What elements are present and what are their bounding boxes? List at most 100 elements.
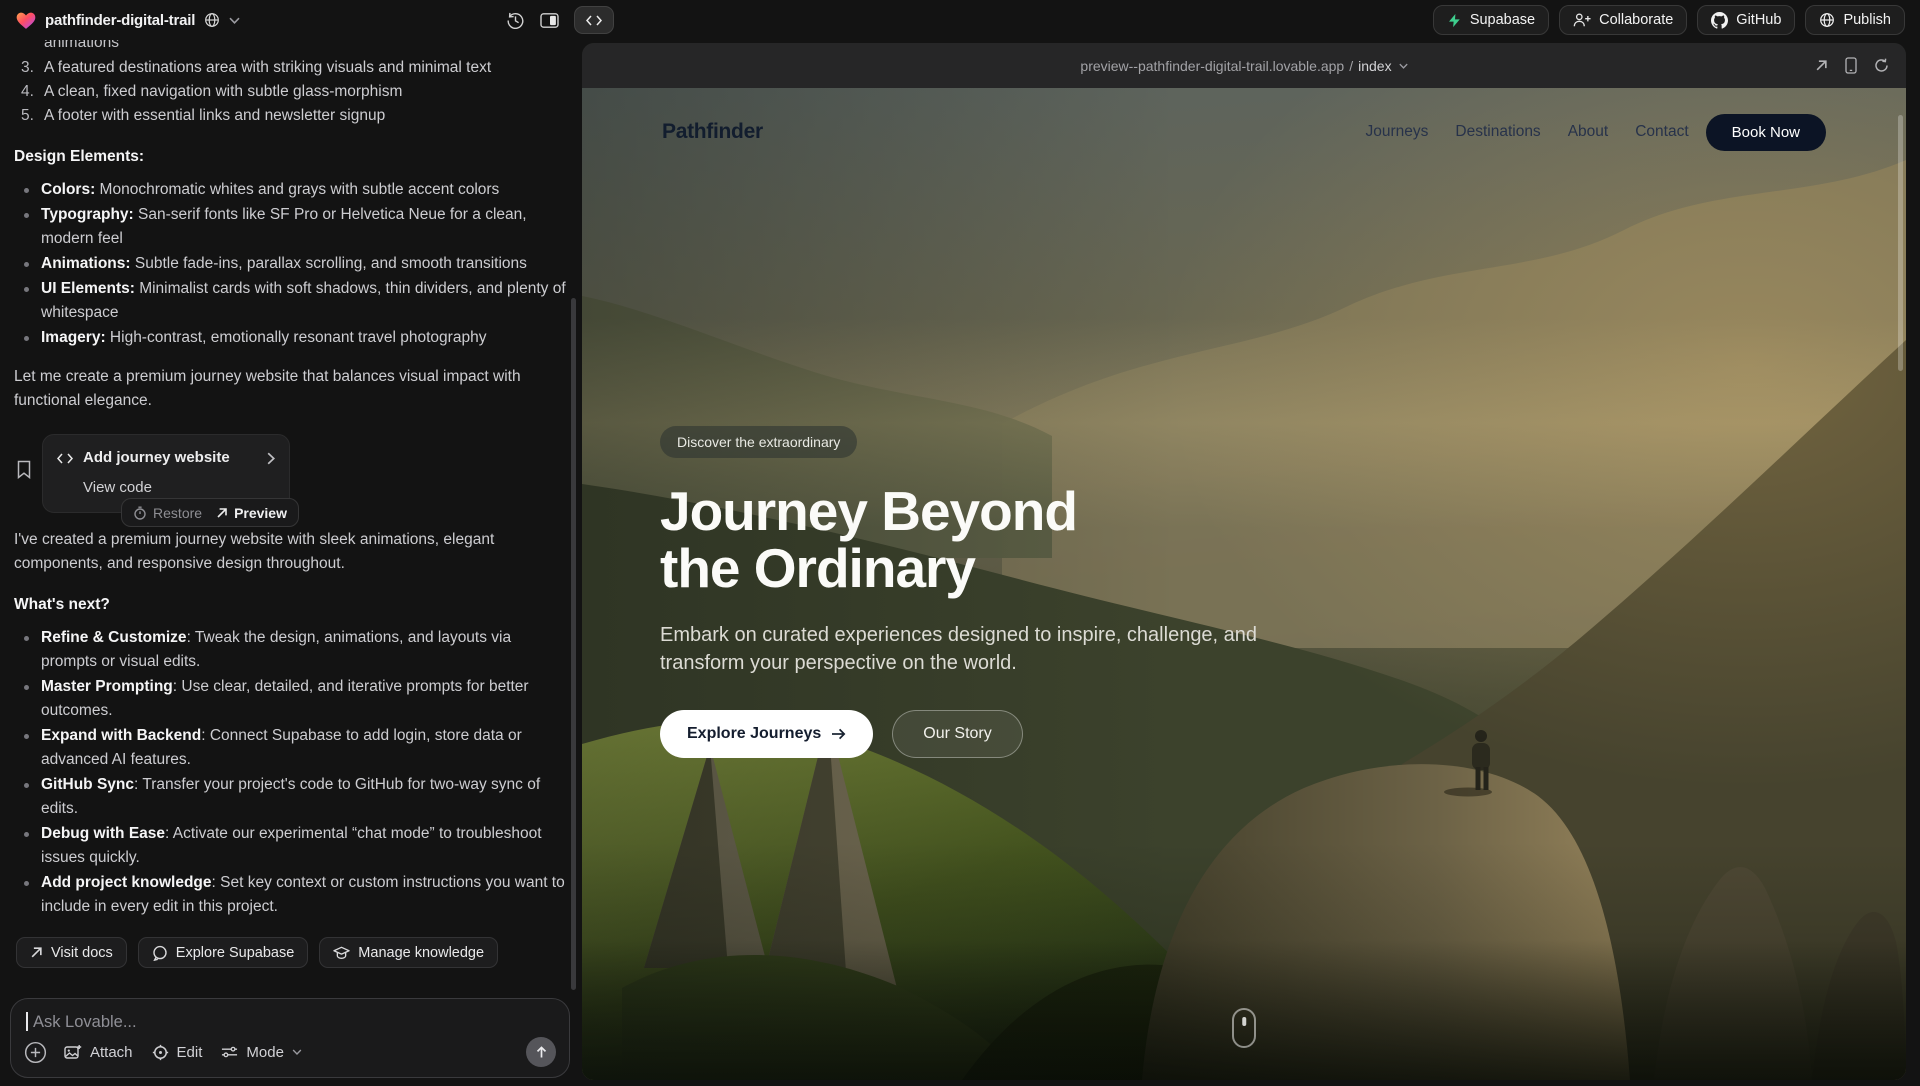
nav-link-about[interactable]: About: [1568, 123, 1609, 140]
publish-label: Publish: [1843, 12, 1891, 28]
attach-image-icon: [64, 1044, 82, 1060]
supabase-button[interactable]: Supabase: [1433, 5, 1549, 35]
view-controls: [506, 0, 614, 40]
graduation-cap-icon: [333, 946, 350, 960]
code-card-row: Add journey website View code Restore Pr…: [16, 434, 566, 513]
assistant-paragraph: Let me create a premium journey website …: [14, 365, 566, 413]
arrow-up-right-icon: [30, 946, 43, 959]
github-icon: [1711, 12, 1728, 29]
restore-icon: [133, 506, 147, 520]
hero-badge: Discover the extraordinary: [660, 426, 857, 458]
supabase-label: Supabase: [1470, 12, 1535, 28]
assistant-paragraph: I've created a premium journey website w…: [14, 528, 566, 576]
list-item: 5.A footer with essential links and news…: [14, 104, 566, 128]
design-elements-list: Colors: Monochromatic whites and grays w…: [14, 178, 566, 350]
preview-domain: preview--pathfinder-digital-trail.lovabl…: [1080, 58, 1344, 74]
project-chevron-down-icon[interactable]: [229, 17, 240, 24]
chat-panel: animations 3.A featured destinations are…: [0, 40, 578, 1086]
list-item: Debug with Ease: Activate our experiment…: [14, 822, 566, 870]
whats-next-list: Refine & Customize: Tweak the design, an…: [14, 626, 566, 919]
edit-button[interactable]: Edit: [152, 1044, 203, 1061]
list-item: Animations: Subtle fade-ins, parallax sc…: [14, 252, 566, 276]
send-button[interactable]: [526, 1037, 556, 1067]
requirements-list: 3.A featured destinations area with stri…: [14, 56, 566, 128]
chat-input[interactable]: Ask Lovable...: [26, 1012, 554, 1032]
site-navbar: Pathfinder Journeys Destinations About C…: [582, 88, 1906, 176]
code-view-icon[interactable]: [574, 6, 614, 34]
bookmark-icon[interactable]: [16, 460, 32, 487]
preview-page: index: [1358, 58, 1391, 74]
preview-button[interactable]: Preview: [216, 501, 287, 525]
explore-supabase-button[interactable]: Explore Supabase: [138, 937, 309, 968]
manage-knowledge-button[interactable]: Manage knowledge: [319, 937, 498, 968]
plus-circle-icon: [24, 1041, 47, 1064]
list-item: Colors: Monochromatic whites and grays w…: [14, 178, 566, 202]
our-story-button[interactable]: Our Story: [892, 710, 1022, 758]
hero-content: Discover the extraordinary Journey Beyon…: [660, 426, 1310, 758]
restore-button[interactable]: Restore: [133, 501, 202, 525]
supabase-bolt-icon: [1447, 13, 1462, 28]
chat-composer[interactable]: Ask Lovable... Attach Edit Mode: [10, 998, 570, 1078]
arrow-up-right-icon: [216, 507, 228, 519]
published-globe-icon: [204, 12, 220, 28]
add-button[interactable]: [24, 1041, 47, 1064]
mouse-wheel-icon: [1242, 1017, 1246, 1026]
site-nav-links: Journeys Destinations About Contact: [1365, 123, 1688, 141]
nav-link-destinations[interactable]: Destinations: [1455, 123, 1540, 140]
site-logo[interactable]: Pathfinder: [662, 120, 763, 144]
chat-bubble-icon: [152, 945, 168, 961]
list-item: Imagery: High-contrast, emotionally reso…: [14, 326, 566, 350]
history-icon[interactable]: [506, 11, 525, 30]
list-item: 4.A clean, fixed navigation with subtle …: [14, 80, 566, 104]
nav-link-journeys[interactable]: Journeys: [1365, 123, 1428, 140]
attach-button[interactable]: Attach: [64, 1044, 133, 1061]
arrow-right-icon: [831, 728, 846, 740]
github-button[interactable]: GitHub: [1697, 5, 1795, 35]
lovable-heart-icon: [16, 11, 36, 30]
open-external-icon[interactable]: [1815, 59, 1828, 72]
publish-button[interactable]: Publish: [1805, 5, 1905, 35]
chevron-right-icon[interactable]: [267, 452, 275, 465]
chevron-down-icon: [292, 1049, 302, 1055]
nav-link-contact[interactable]: Contact: [1635, 123, 1688, 140]
composer-toolbar: Attach Edit Mode: [24, 1037, 556, 1067]
hero-headline: Journey Beyond the Ordinary: [660, 483, 1310, 597]
list-item: 3.A featured destinations area with stri…: [14, 56, 566, 80]
quick-actions: Visit docs Explore Supabase Manage knowl…: [16, 937, 566, 968]
mode-sliders-icon: [221, 1045, 238, 1059]
book-now-button[interactable]: Book Now: [1706, 114, 1826, 151]
refresh-icon[interactable]: [1874, 58, 1889, 73]
list-item: Add project knowledge: Set key context o…: [14, 871, 566, 919]
preview-panel: preview--pathfinder-digital-trail.lovabl…: [582, 43, 1906, 1080]
collaborate-button[interactable]: Collaborate: [1559, 5, 1687, 35]
preview-url[interactable]: preview--pathfinder-digital-trail.lovabl…: [1080, 58, 1407, 74]
panel-toggle-icon[interactable]: [540, 12, 559, 29]
explore-journeys-button[interactable]: Explore Journeys: [660, 710, 873, 758]
globe-icon: [1819, 12, 1835, 28]
view-code-link[interactable]: View code: [83, 476, 275, 500]
text-cursor: [26, 1012, 28, 1031]
list-item: UI Elements: Minimalist cards with soft …: [14, 277, 566, 325]
mode-selector[interactable]: Mode: [221, 1044, 302, 1061]
chat-scrollbar[interactable]: [571, 298, 576, 990]
top-actions: Supabase Collaborate GitHub Publish: [1433, 5, 1905, 35]
mobile-view-icon[interactable]: [1845, 57, 1857, 74]
chevron-down-icon[interactable]: [1399, 63, 1408, 69]
list-item: GitHub Sync: Transfer your project's cod…: [14, 773, 566, 821]
site-preview: Pathfinder Journeys Destinations About C…: [582, 88, 1906, 1080]
preview-toolbar-icons: [1815, 43, 1889, 88]
scroll-mouse-indicator: [1232, 1008, 1256, 1048]
arrow-up-icon: [535, 1046, 548, 1059]
project-menu[interactable]: pathfinder-digital-trail: [16, 0, 240, 40]
edit-target-icon: [152, 1044, 169, 1061]
list-item: Master Prompting: Use clear, detailed, a…: [14, 675, 566, 723]
hero-buttons: Explore Journeys Our Story: [660, 710, 1310, 758]
collaborate-label: Collaborate: [1599, 12, 1673, 28]
lovable-app: pathfinder-digital-trail Supabase: [0, 0, 1920, 1086]
visit-docs-button[interactable]: Visit docs: [16, 937, 127, 968]
collaborate-people-icon: [1573, 12, 1591, 28]
whats-next-heading: What's next?: [14, 593, 566, 617]
code-change-card[interactable]: Add journey website View code Restore Pr…: [42, 434, 290, 513]
chat-messages[interactable]: animations 3.A featured destinations are…: [0, 40, 578, 986]
preview-scrollbar[interactable]: [1898, 115, 1903, 371]
